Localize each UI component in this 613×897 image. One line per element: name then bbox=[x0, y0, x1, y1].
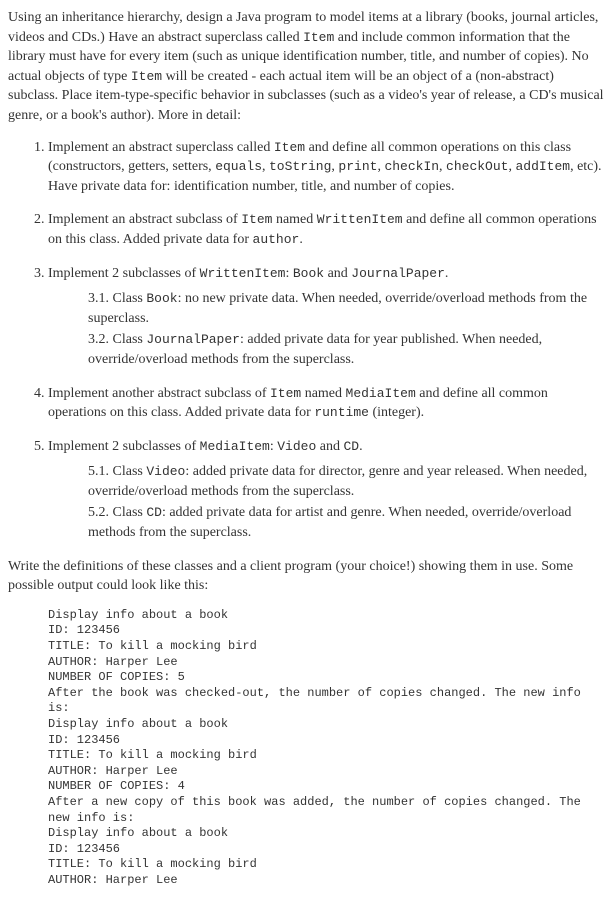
item-text: , bbox=[262, 159, 269, 174]
item-text: 3.1. Class bbox=[88, 291, 146, 306]
sub-list-item: 3.1. Class Book: no new private data. Wh… bbox=[88, 289, 605, 328]
code-token: author bbox=[253, 232, 300, 247]
sample-output-block: Display info about a book ID: 123456 TIT… bbox=[48, 608, 605, 889]
item-text: named bbox=[301, 386, 345, 401]
closing-paragraph: Write the definitions of these classes a… bbox=[8, 557, 605, 596]
sub-list: 5.1. Class Video: added private data for… bbox=[88, 462, 605, 542]
list-item: Implement 2 subclasses of MediaItem: Vid… bbox=[48, 437, 605, 543]
code-token: WrittenItem bbox=[317, 212, 403, 227]
item-text: . bbox=[299, 232, 303, 247]
code-token: MediaItem bbox=[200, 439, 270, 454]
code-token: toString bbox=[269, 159, 331, 174]
item-text: named bbox=[272, 212, 316, 227]
code-token: equals bbox=[215, 159, 262, 174]
code-token: CD bbox=[146, 505, 162, 520]
item-text: Implement an abstract subclass of bbox=[48, 212, 241, 227]
code-token: Video bbox=[277, 439, 316, 454]
code-token: Book bbox=[146, 291, 177, 306]
sub-list: 3.1. Class Book: no new private data. Wh… bbox=[88, 289, 605, 369]
code-token: MediaItem bbox=[346, 386, 416, 401]
list-item: Implement an abstract superclass called … bbox=[48, 138, 605, 197]
item-text: Implement an abstract superclass called bbox=[48, 140, 274, 155]
item-text: 5.1. Class bbox=[88, 464, 146, 479]
item-text: . bbox=[359, 439, 363, 454]
code-token: checkOut bbox=[446, 159, 508, 174]
code-token: Item bbox=[274, 140, 305, 155]
code-token: WrittenItem bbox=[200, 266, 286, 281]
requirements-list: Implement an abstract superclass called … bbox=[8, 138, 605, 543]
item-text: Implement 2 subclasses of bbox=[48, 439, 200, 454]
sub-list-item: 3.2. Class JournalPaper: added private d… bbox=[88, 330, 605, 369]
item-text: 3.2. Class bbox=[88, 332, 146, 347]
item-text: : bbox=[285, 266, 292, 281]
sub-list-item: 5.1. Class Video: added private data for… bbox=[88, 462, 605, 501]
list-item: Implement another abstract subclass of I… bbox=[48, 384, 605, 423]
code-token: print bbox=[338, 159, 377, 174]
item-text: 5.2. Class bbox=[88, 505, 146, 520]
code-token: Item bbox=[241, 212, 272, 227]
item-text: and bbox=[316, 439, 343, 454]
code-token: checkIn bbox=[384, 159, 439, 174]
item-text: , bbox=[439, 159, 446, 174]
code-token: Item bbox=[303, 30, 334, 45]
code-token: CD bbox=[343, 439, 359, 454]
code-token: Book bbox=[293, 266, 324, 281]
item-text: and bbox=[324, 266, 351, 281]
code-token: Item bbox=[270, 386, 301, 401]
item-text: . bbox=[445, 266, 449, 281]
code-token: JournalPaper bbox=[351, 266, 445, 281]
sub-list-item: 5.2. Class CD: added private data for ar… bbox=[88, 503, 605, 542]
item-text: Implement 2 subclasses of bbox=[48, 266, 200, 281]
code-token: Video bbox=[146, 464, 185, 479]
item-text: Implement another abstract subclass of bbox=[48, 386, 270, 401]
code-token: Item bbox=[131, 69, 162, 84]
list-item: Implement 2 subclasses of WrittenItem: B… bbox=[48, 264, 605, 370]
code-token: addItem bbox=[515, 159, 570, 174]
list-item: Implement an abstract subclass of Item n… bbox=[48, 210, 605, 249]
item-text: (integer). bbox=[369, 405, 424, 420]
code-token: JournalPaper bbox=[146, 332, 240, 347]
intro-paragraph: Using an inheritance hierarchy, design a… bbox=[8, 8, 605, 126]
code-token: runtime bbox=[314, 405, 369, 420]
